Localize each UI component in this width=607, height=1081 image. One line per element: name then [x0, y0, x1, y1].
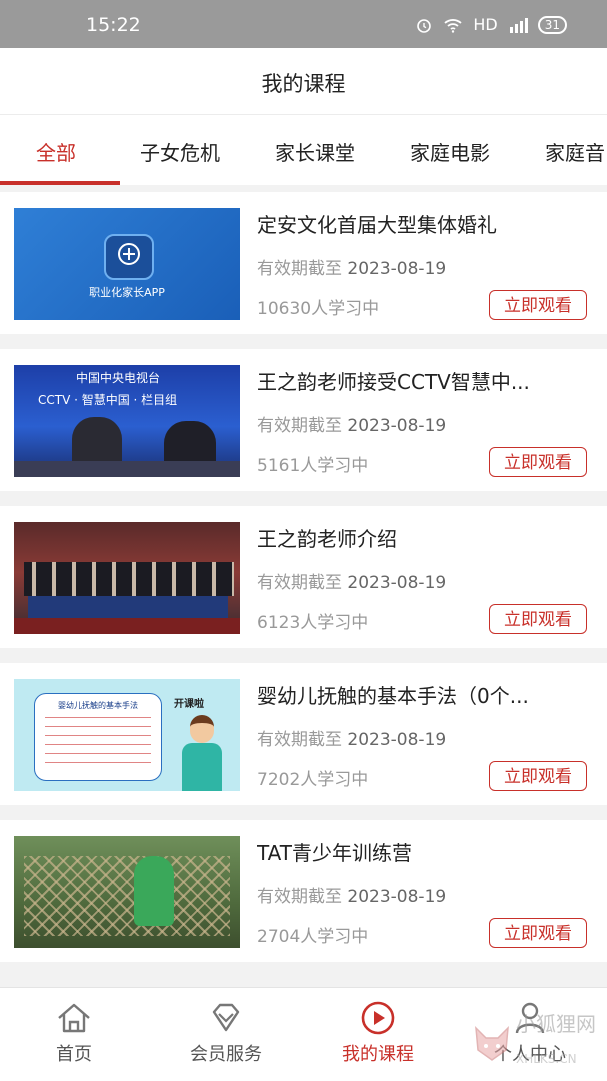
tab-children-crisis[interactable]: 子女危机	[140, 137, 220, 166]
app-header: 我的课程	[0, 48, 607, 115]
validity-label: 有效期截至	[257, 416, 342, 436]
course-thumbnail: 婴幼儿抚触的基本手法 开课啦	[14, 679, 240, 791]
logo-mark-icon	[118, 243, 140, 265]
course-thumbnail	[14, 522, 240, 634]
page-title: 我的课程	[261, 72, 346, 96]
learner-count: 6123人学习中	[257, 613, 369, 633]
learner-count: 7202人学习中	[257, 770, 369, 790]
category-tabs: 全部 子女危机 家长课堂 家庭电影 家庭音	[0, 115, 607, 185]
validity-date: 2023-08-19	[347, 887, 447, 907]
nav-membership[interactable]: 会员服务	[166, 1000, 286, 1066]
validity-date: 2023-08-19	[347, 730, 447, 750]
validity-label: 有效期截至	[257, 259, 342, 279]
nav-my-courses[interactable]: 我的课程	[318, 1000, 438, 1066]
home-icon	[58, 1003, 90, 1033]
learner-count: 5161人学习中	[257, 456, 369, 476]
course-card[interactable]: 王之韵老师介绍 有效期截至 2023-08-19 6123人学习中 立即观看	[0, 506, 607, 648]
course-card[interactable]: 中国中央电视台 CCTV · 智慧中国 · 栏目组 王之韵老师接受CCTV智慧中…	[0, 349, 607, 491]
red-carpet	[14, 618, 240, 634]
validity-label: 有效期截至	[257, 730, 342, 750]
battery-indicator: 31	[537, 15, 567, 34]
rope-net	[24, 856, 230, 936]
watermark-domain: XHLKS.CN	[516, 1052, 577, 1066]
status-icons: HD 31	[415, 15, 567, 34]
bubble-heading: 婴幼儿抚触的基本手法	[58, 701, 138, 710]
watch-now-button[interactable]: 立即观看	[489, 918, 587, 948]
speech-bubble: 婴幼儿抚触的基本手法	[34, 693, 162, 781]
app-logo	[104, 234, 154, 280]
learner-count: 2704人学习中	[257, 927, 369, 947]
teacher-illustration	[180, 715, 224, 791]
tab-family-audio[interactable]: 家庭音	[545, 137, 605, 166]
learner-count: 10630人学习中	[257, 299, 380, 319]
course-thumbnail: 职业化家长APP	[14, 208, 240, 320]
watch-now-button[interactable]: 立即观看	[489, 447, 587, 477]
course-validity: 有效期截至 2023-08-19	[257, 882, 446, 907]
alarm-icon	[417, 18, 432, 33]
status-bar: 15:22 HD 31	[0, 0, 607, 48]
network-label: HD	[473, 15, 498, 34]
bubble-lines	[45, 717, 151, 765]
thumb-line-2: CCTV · 智慧中国 · 栏目组	[38, 393, 178, 407]
crowd	[24, 562, 234, 596]
course-thumbnail	[14, 836, 240, 948]
course-validity: 有效期截至 2023-08-19	[257, 254, 446, 279]
course-title[interactable]: 婴幼儿抚触的基本手法（0个...	[257, 680, 592, 709]
watermark-text: 小狐狸网	[516, 1012, 596, 1036]
course-title[interactable]: 定安文化首届大型集体婚礼	[257, 209, 592, 238]
validity-label: 有效期截至	[257, 573, 342, 593]
tab-all[interactable]: 全部	[36, 137, 76, 166]
nav-home[interactable]: 首页	[14, 1000, 134, 1066]
tab-family-movie[interactable]: 家庭电影	[410, 137, 490, 166]
tab-active-indicator	[0, 181, 120, 185]
course-card[interactable]: 婴幼儿抚触的基本手法 开课啦 婴幼儿抚触的基本手法（0个... 有效期截至 20…	[0, 663, 607, 805]
course-title[interactable]: 王之韵老师接受CCTV智慧中...	[257, 366, 592, 395]
signal-icon	[509, 17, 528, 33]
validity-label: 有效期截至	[257, 887, 342, 907]
status-time: 15:22	[86, 14, 141, 36]
watermark: 小狐狸网 XHLKS.CN	[470, 1000, 607, 1080]
tab-parent-class[interactable]: 家长课堂	[275, 137, 355, 166]
diamond-icon	[212, 1003, 240, 1032]
watch-now-button[interactable]: 立即观看	[489, 761, 587, 791]
thumb-badge: 开课啦	[174, 699, 204, 710]
course-card[interactable]: 职业化家长APP 定安文化首届大型集体婚礼 有效期截至 2023-08-19 1…	[0, 192, 607, 334]
course-title[interactable]: 王之韵老师介绍	[257, 523, 592, 552]
desk	[14, 461, 240, 477]
wifi-icon	[444, 18, 462, 33]
course-validity: 有效期截至 2023-08-19	[257, 568, 446, 593]
watch-now-button[interactable]: 立即观看	[489, 604, 587, 634]
play-circle-icon	[361, 1001, 395, 1035]
thumb-line-1: 中国中央电视台	[76, 371, 161, 385]
watch-now-button[interactable]: 立即观看	[489, 290, 587, 320]
validity-date: 2023-08-19	[347, 416, 447, 436]
validity-date: 2023-08-19	[347, 259, 447, 279]
course-validity: 有效期截至 2023-08-19	[257, 725, 446, 750]
course-title[interactable]: TAT青少年训练营	[257, 837, 592, 866]
child-figure	[134, 856, 174, 926]
course-card[interactable]: TAT青少年训练营 有效期截至 2023-08-19 2704人学习中 立即观看	[0, 820, 607, 962]
course-validity: 有效期截至 2023-08-19	[257, 411, 446, 436]
nav-my-courses-label: 我的课程	[342, 1044, 414, 1065]
nav-home-label: 首页	[56, 1044, 92, 1065]
thumb-caption: 职业化家长APP	[89, 286, 165, 299]
validity-date: 2023-08-19	[347, 573, 447, 593]
nav-membership-label: 会员服务	[190, 1044, 262, 1065]
course-thumbnail: 中国中央电视台 CCTV · 智慧中国 · 栏目组	[14, 365, 240, 477]
fox-logo-icon	[475, 1026, 509, 1061]
